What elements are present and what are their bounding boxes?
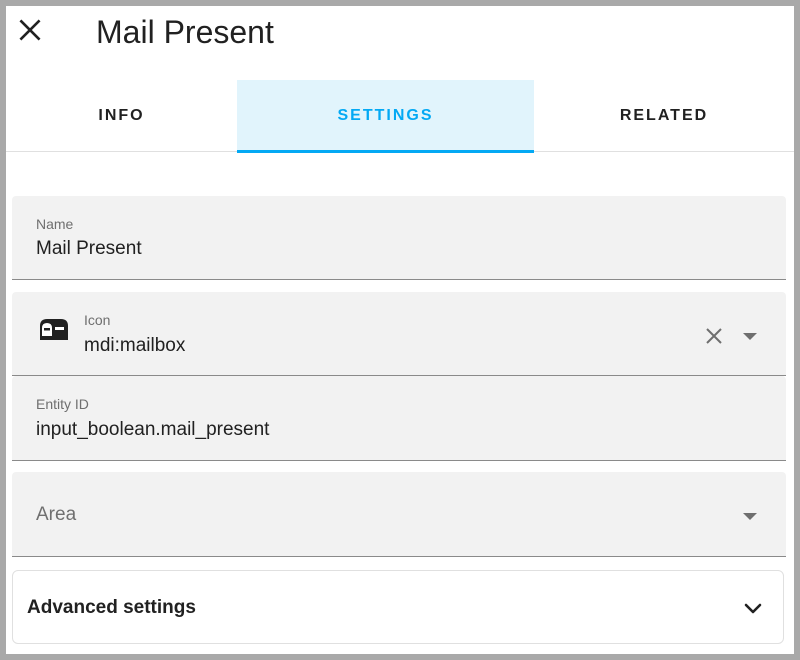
entity-id-field[interactable]: Entity ID input_boolean.mail_present	[12, 376, 786, 461]
area-placeholder: Area	[36, 504, 77, 525]
icon-field-label: Icon	[84, 312, 111, 328]
close-icon	[19, 19, 41, 41]
dropdown-arrow-icon[interactable]	[740, 506, 760, 526]
dialog-title: Mail Present	[96, 14, 274, 50]
icon-picker-field[interactable]: Icon mdi:mailbox	[12, 292, 786, 376]
entity-id-input[interactable]: input_boolean.mail_present	[36, 419, 269, 441]
entity-settings-dialog: Mail Present INFO SETTINGS RELATED Name …	[6, 6, 794, 654]
area-select-field[interactable]: Area	[12, 472, 786, 557]
advanced-settings-label: Advanced settings	[27, 597, 196, 618]
tab-settings[interactable]: SETTINGS	[237, 80, 534, 153]
name-field[interactable]: Name Mail Present	[12, 196, 786, 280]
tab-related[interactable]: RELATED	[534, 80, 794, 152]
name-input[interactable]: Mail Present	[36, 238, 142, 260]
dialog-header: Mail Present	[6, 6, 794, 58]
name-field-label: Name	[36, 216, 74, 232]
advanced-settings-expander[interactable]: Advanced settings	[12, 570, 784, 644]
mailbox-icon	[40, 319, 68, 340]
tab-info[interactable]: INFO	[6, 80, 237, 152]
clear-icon[interactable]	[702, 324, 726, 348]
entity-id-field-label: Entity ID	[36, 396, 89, 412]
dropdown-arrow-icon[interactable]	[740, 326, 760, 346]
icon-input[interactable]: mdi:mailbox	[84, 335, 185, 357]
chevron-down-icon	[744, 603, 762, 614]
tab-bar: INFO SETTINGS RELATED	[6, 80, 794, 153]
close-button[interactable]	[12, 12, 48, 48]
